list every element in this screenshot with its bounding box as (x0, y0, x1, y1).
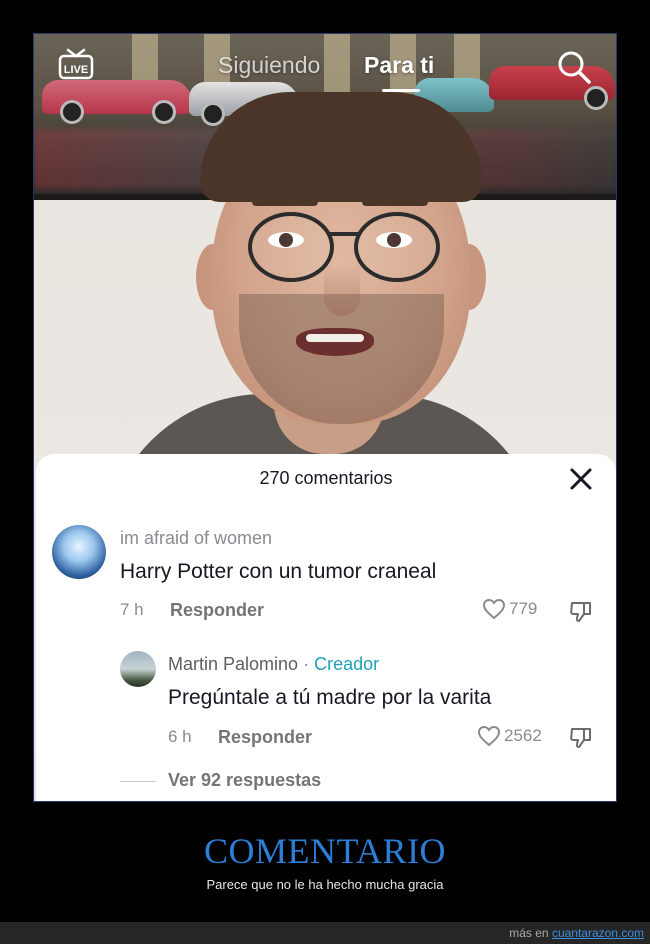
caption-subtitle: Parece que no le ha hecho mucha gracia (206, 877, 444, 892)
tab-following[interactable]: Siguiendo (218, 52, 320, 79)
footer-site-link[interactable]: cuantarazon.com (552, 926, 644, 940)
reply-text: Pregúntale a tú madre por la varita (168, 686, 492, 709)
dislike-icon[interactable] (568, 600, 594, 624)
heart-icon (477, 725, 501, 747)
glasses-lens (248, 212, 334, 282)
comments-count-title: 270 comentarios (259, 468, 393, 488)
avatar[interactable] (120, 651, 156, 687)
heart-icon (482, 598, 506, 620)
glasses-bridge (328, 232, 358, 236)
video-frame[interactable]: LIVE Siguiendo Para ti 270 comentarios i… (33, 33, 617, 802)
replies-divider (120, 781, 156, 782)
search-icon[interactable] (556, 49, 592, 85)
caption-title: COMENTARIO (203, 831, 447, 871)
footer-bar: más en cuantarazon.com (0, 922, 650, 944)
comment-time: 7 h (120, 600, 144, 619)
like-count: 779 (509, 599, 538, 618)
like-count: 2562 (504, 726, 542, 745)
live-icon[interactable]: LIVE (58, 48, 94, 82)
separator-dot: · (303, 654, 310, 674)
live-icon-label: LIVE (64, 64, 88, 76)
person-eyebrow (362, 198, 428, 206)
tab-for-you[interactable]: Para ti (364, 52, 434, 79)
reply-username-line: Martin Palomino · Creador (168, 654, 379, 675)
top-navigation: LIVE Siguiendo Para ti (34, 34, 616, 104)
creator-badge: Creador (314, 654, 380, 674)
reply-time: 6 h (168, 727, 192, 746)
comment-text: Harry Potter con un tumor craneal (120, 560, 437, 583)
reply-username[interactable]: Martin Palomino (168, 654, 298, 674)
glasses-lens (354, 212, 440, 282)
footer-prefix: más en (509, 926, 549, 940)
comment-username[interactable]: im afraid of women (120, 528, 272, 549)
view-replies-button[interactable]: Ver 92 respuestas (168, 770, 321, 791)
active-tab-indicator (382, 89, 420, 92)
person-mouth (296, 328, 374, 356)
like-button[interactable]: 2562 (477, 725, 542, 747)
person-nose (324, 244, 360, 316)
person-eyebrow (252, 198, 318, 206)
avatar[interactable] (52, 525, 106, 579)
dislike-icon[interactable] (568, 726, 594, 750)
person-hair (200, 92, 482, 202)
reply-button[interactable]: Responder (170, 600, 264, 621)
reply-button[interactable]: Responder (218, 727, 312, 748)
close-icon[interactable] (568, 466, 594, 492)
footer-text: más en cuantarazon.com (509, 926, 644, 940)
person-teeth (306, 334, 364, 342)
comments-sheet: 270 comentarios im afraid of women Harry… (36, 454, 616, 801)
like-button[interactable]: 779 (482, 598, 537, 620)
